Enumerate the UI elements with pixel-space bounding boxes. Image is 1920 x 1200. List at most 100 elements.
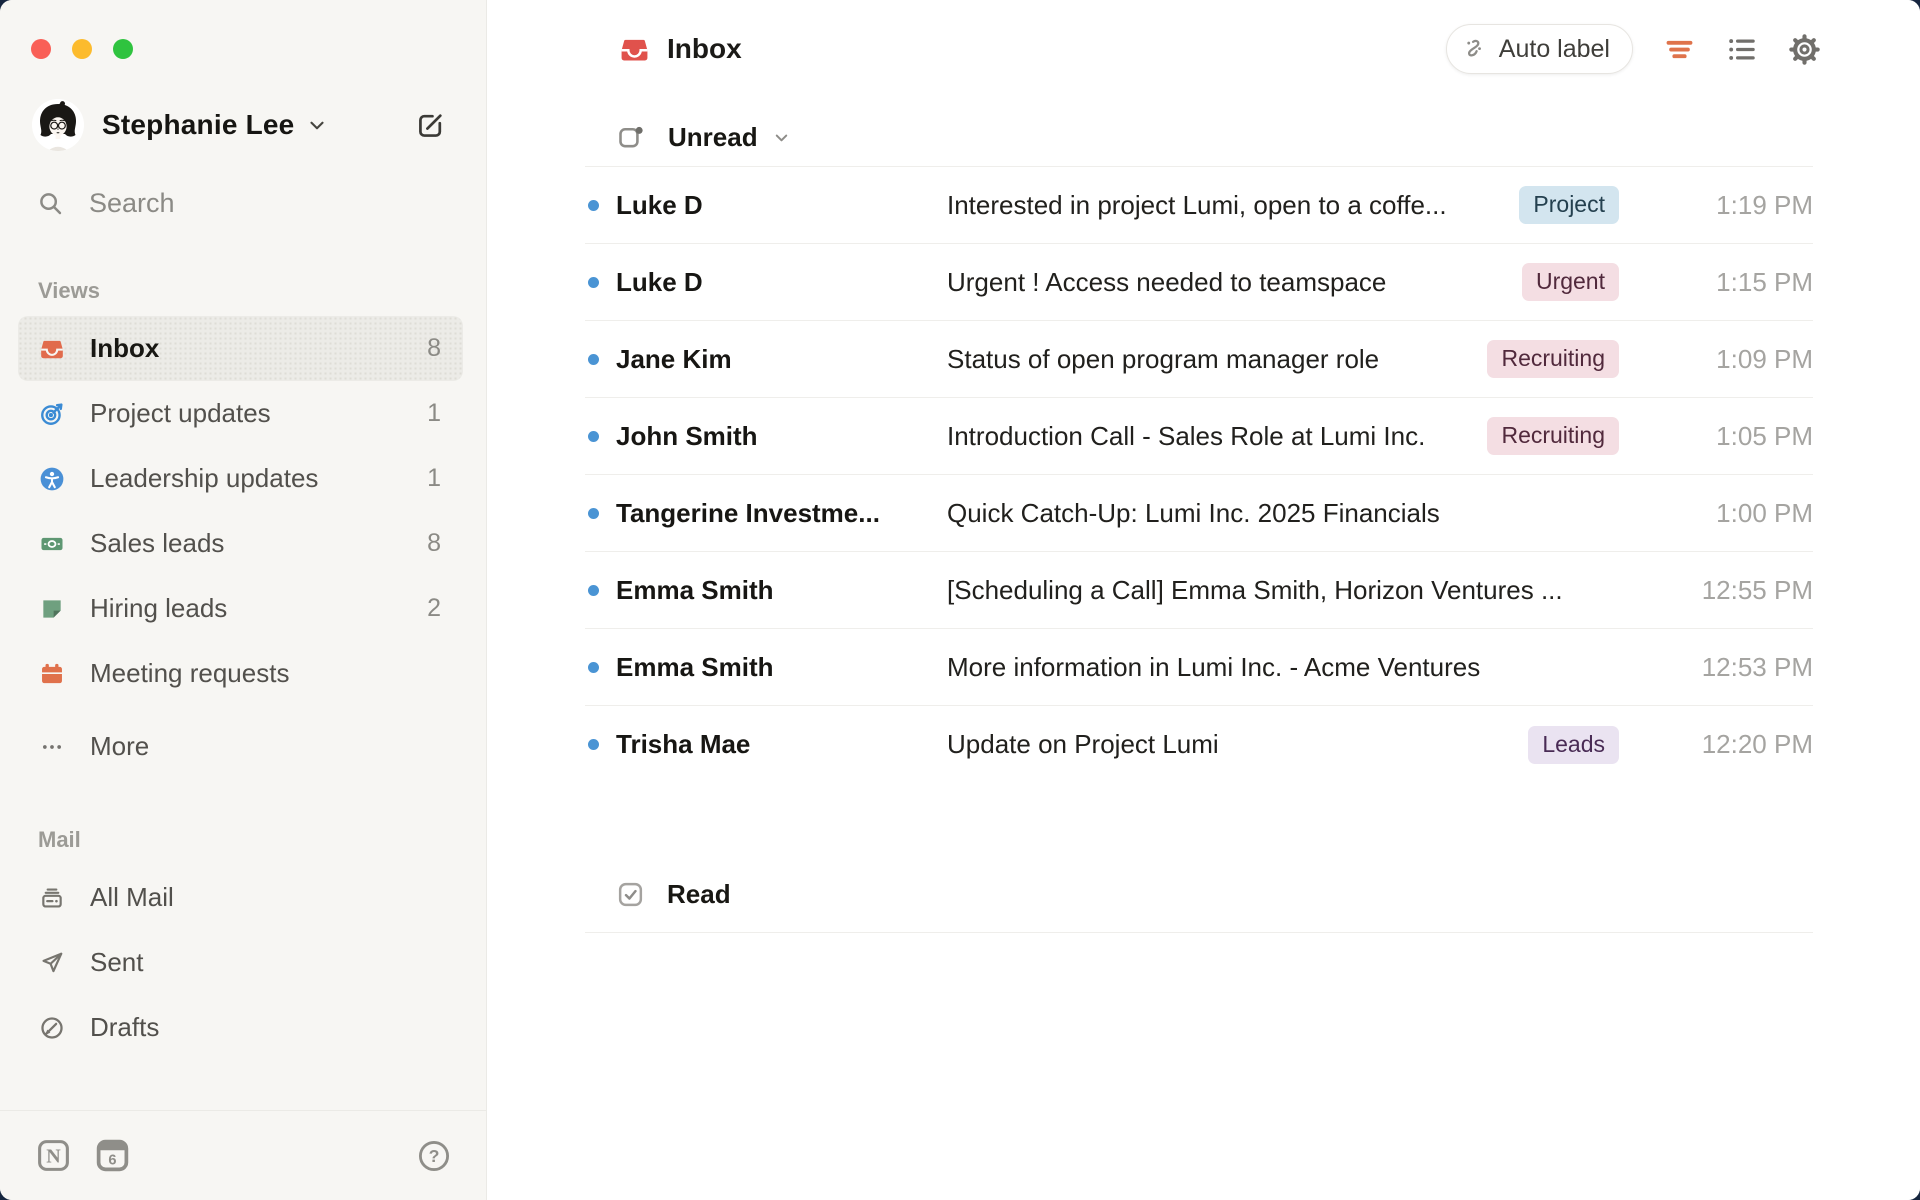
unread-dot (585, 277, 616, 288)
notion-logo-icon[interactable]: N (35, 1137, 72, 1174)
email-row[interactable]: Luke D Interested in project Lumi, open t… (585, 167, 1813, 244)
chevron-down-icon (772, 128, 791, 147)
sidebar-item-label: Inbox (90, 333, 159, 364)
main-panel: Inbox Auto label (487, 0, 1920, 1200)
sidebar-item-inbox[interactable]: Inbox 8 (18, 316, 463, 381)
read-section-label: Read (667, 879, 731, 910)
compose-icon[interactable] (415, 110, 446, 141)
sidebar-item-hiring-leads[interactable]: Hiring leads 2 (18, 576, 463, 641)
sidebar-item-leadership-updates[interactable]: Leadership updates 1 (18, 446, 463, 511)
sidebar-item-sales-leads[interactable]: Sales leads 8 (18, 511, 463, 576)
unread-dot (585, 508, 616, 519)
auto-label-wand-icon (1462, 36, 1489, 63)
sidebar-nav: ViewsInbox8Project updates1Leadership up… (18, 274, 463, 1060)
unread-dot (585, 200, 616, 211)
email-sender: Jane Kim (616, 344, 898, 375)
minimize-window-button[interactable] (72, 39, 92, 59)
sidebar-item-label: Leadership updates (90, 463, 318, 494)
account-switcher[interactable]: Stephanie Lee (32, 98, 446, 152)
search-label: Search (89, 188, 175, 219)
unread-count-badge: 1 (427, 399, 441, 428)
email-label-pill[interactable]: Leads (1528, 726, 1619, 764)
money-icon (39, 531, 65, 557)
app-window: Stephanie Lee Search ViewsInbox8Project … (0, 0, 1920, 1200)
auto-label-label: Auto label (1499, 35, 1610, 64)
unread-count-badge: 8 (427, 529, 441, 558)
notion-badge-letter: N (46, 1146, 61, 1168)
unread-section-label: Unread (668, 122, 758, 153)
sidebar-item-all-mail[interactable]: All Mail (18, 865, 463, 930)
email-subject: More information in Lumi Inc. - Acme Ven… (947, 652, 1619, 683)
email-label-pill[interactable]: Urgent (1522, 263, 1619, 301)
email-time: 12:20 PM (1619, 729, 1813, 760)
inbox-icon (619, 34, 650, 65)
email-sender: Emma Smith (616, 652, 898, 683)
list-view-icon[interactable] (1726, 34, 1757, 65)
email-row[interactable]: Jane KimStatus of open program manager r… (585, 321, 1813, 398)
unread-dot (585, 585, 616, 596)
sidebar-item-meeting-requests[interactable]: Meeting requests (18, 641, 463, 706)
email-label-pill[interactable]: Recruiting (1487, 417, 1619, 455)
email-subject: [Scheduling a Call] Emma Smith, Horizon … (947, 575, 1619, 606)
email-row[interactable]: John SmithIntroduction Call - Sales Role… (585, 398, 1813, 475)
read-section-header[interactable]: Read (585, 872, 1813, 916)
page-title: Inbox (667, 33, 742, 65)
auto-label-button[interactable]: Auto label (1446, 24, 1633, 74)
sidebar-section-label: Mail (18, 823, 463, 857)
settings-gear-icon[interactable] (1788, 33, 1821, 66)
unread-count-badge: 8 (427, 334, 441, 363)
email-subject: Update on Project Lumi (947, 729, 1512, 760)
sidebar-item-label: Hiring leads (90, 593, 227, 624)
email-row[interactable]: Emma Smith[Scheduling a Call] Emma Smith… (585, 552, 1813, 629)
sidebar-item-label: Sales leads (90, 528, 224, 559)
email-list: Luke D Interested in project Lumi, open t… (585, 166, 1813, 783)
email-time: 12:53 PM (1619, 652, 1813, 683)
unread-count-badge: 1 (427, 464, 441, 493)
avatar (32, 99, 84, 151)
email-time: 1:15 PM (1619, 267, 1813, 298)
unread-dot (585, 354, 616, 365)
unread-section-header[interactable]: Unread (617, 122, 791, 153)
email-subject: Interested in project Lumi, open to a co… (947, 190, 1503, 221)
email-sender: Luke D (616, 190, 898, 221)
email-time: 1:09 PM (1619, 344, 1813, 375)
target-icon (39, 401, 65, 427)
window-controls (31, 39, 133, 59)
note-icon (39, 596, 65, 622)
email-row[interactable]: Luke DUrgent ! Access needed to teamspac… (585, 244, 1813, 321)
close-window-button[interactable] (31, 39, 51, 59)
read-section: Read (585, 872, 1813, 933)
sidebar: Stephanie Lee Search ViewsInbox8Project … (0, 0, 487, 1200)
sidebar-item-label: Sent (90, 947, 144, 978)
sidebar-item-project-updates[interactable]: Project updates1 (18, 381, 463, 446)
mail-icon (39, 885, 65, 911)
unread-count-badge: 2 (427, 594, 441, 623)
chevron-down-icon (306, 114, 328, 136)
ellipsis-icon (39, 734, 65, 760)
unread-dot (585, 431, 616, 442)
filter-icon[interactable] (1664, 34, 1695, 65)
calendar-icon (39, 661, 65, 687)
email-label-pill[interactable]: Project (1519, 186, 1619, 224)
email-row[interactable]: Trisha MaeUpdate on Project LumiLeads12:… (585, 706, 1813, 783)
calendar-app-icon[interactable]: 6 (94, 1137, 131, 1174)
email-row[interactable]: Emma Smith More information in Lumi Inc. … (585, 629, 1813, 706)
unread-icon (617, 124, 645, 152)
sidebar-item-label: All Mail (90, 882, 174, 913)
email-row[interactable]: Tangerine Investme... Quick Catch-Up: Lum… (585, 475, 1813, 552)
inbox-icon (39, 336, 65, 362)
calendar-badge-number: 6 (108, 1152, 116, 1168)
sidebar-item-label: More (90, 731, 149, 762)
sidebar-item-drafts[interactable]: Drafts (18, 995, 463, 1060)
email-label-pill[interactable]: Recruiting (1487, 340, 1619, 378)
sidebar-footer: N 6 ? (0, 1110, 486, 1200)
sidebar-item-more[interactable]: More (18, 714, 463, 779)
unread-dot (585, 739, 616, 750)
email-subject: Quick Catch-Up: Lumi Inc. 2025 Financial… (947, 498, 1619, 529)
help-icon[interactable]: ? (417, 1139, 451, 1173)
sidebar-item-sent[interactable]: Sent (18, 930, 463, 995)
email-sender: Tangerine Investme... (616, 498, 898, 529)
email-time: 1:00 PM (1619, 498, 1813, 529)
search[interactable]: Search (37, 188, 175, 219)
zoom-window-button[interactable] (113, 39, 133, 59)
